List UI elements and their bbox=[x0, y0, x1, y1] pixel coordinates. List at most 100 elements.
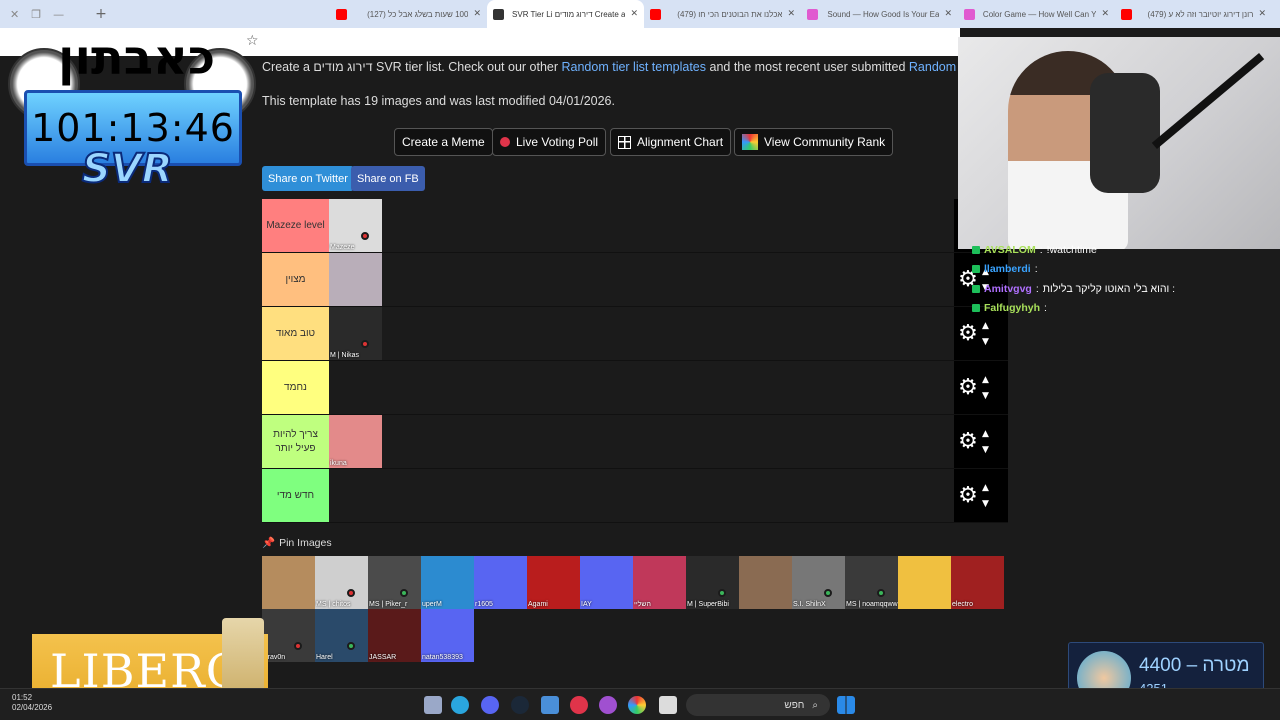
tier-label[interactable]: טוב מאוד bbox=[262, 307, 329, 360]
file-explorer-icon[interactable] bbox=[659, 696, 677, 714]
tier-image[interactable]: ikuna bbox=[329, 415, 382, 468]
chevron-down-icon[interactable]: ▼ bbox=[982, 445, 989, 455]
minimize-window-icon[interactable]: — bbox=[53, 8, 64, 21]
browser-tab[interactable]: ✕ Create a דירוג מודים SVR Tier Li bbox=[487, 0, 644, 28]
tier-items bbox=[329, 253, 1008, 306]
tier-image[interactable]: MS | Piker_r bbox=[368, 556, 421, 609]
tier-move-arrows: ▲▼ bbox=[982, 483, 989, 509]
tier-image[interactable]: r1605 bbox=[474, 556, 527, 609]
telegram-icon[interactable] bbox=[451, 696, 469, 714]
chevron-up-icon[interactable]: ▲ bbox=[982, 375, 989, 385]
moderator-badge-icon bbox=[972, 265, 980, 274]
tab-close-icon[interactable]: ✕ bbox=[473, 9, 481, 19]
tier-image[interactable]: uperM bbox=[421, 556, 474, 609]
alignment-chart-button[interactable]: Alignment Chart bbox=[610, 128, 732, 156]
image-caption: uperM bbox=[422, 601, 442, 608]
gear-icon[interactable]: ⚙ bbox=[954, 321, 982, 346]
notepad-icon[interactable] bbox=[541, 696, 559, 714]
media-app-icon[interactable] bbox=[570, 696, 588, 714]
close-window-icon[interactable]: ✕ bbox=[10, 8, 19, 21]
community-label: View Community Rank bbox=[764, 135, 886, 149]
chevron-up-icon[interactable]: ▲ bbox=[982, 321, 989, 331]
tab-close-icon[interactable]: ✕ bbox=[787, 9, 795, 19]
tier-controls: ⚙▲▼ bbox=[954, 469, 1008, 522]
browser-tab[interactable]: ✕ Sound — How Good Is Your Ea bbox=[801, 0, 958, 28]
status-dot bbox=[347, 642, 355, 650]
new-tab-button[interactable]: + bbox=[90, 6, 112, 22]
browser-tab[interactable]: ✕ רונן דירוג יוטיובר וזה לא ע (479) bbox=[1115, 0, 1272, 28]
taskbar-clock[interactable]: 01:52 02/04/2026 bbox=[12, 693, 52, 714]
browser-tab[interactable]: ✕ Color Game — How Well Can Y bbox=[958, 0, 1115, 28]
tier-image[interactable]: S.I. ShilnX bbox=[792, 556, 845, 609]
chrome-icon[interactable] bbox=[628, 696, 646, 714]
tab-favicon-icon bbox=[493, 8, 504, 20]
tier-image[interactable]: השליי bbox=[633, 556, 686, 609]
stream-app-icon[interactable] bbox=[599, 696, 617, 714]
status-dot bbox=[361, 232, 369, 240]
tier-image[interactable]: Agami bbox=[527, 556, 580, 609]
live-voting-poll-button[interactable]: Live Voting Poll bbox=[492, 128, 607, 156]
chevron-up-icon[interactable]: ▲ bbox=[982, 429, 989, 439]
share-twitter-button[interactable]: Share on Twitter bbox=[262, 166, 354, 191]
share-fb-button[interactable]: Share on FB bbox=[351, 166, 425, 191]
browser-tab[interactable]: ✕ 100 שעות בשלג אבל כל (127) bbox=[330, 0, 487, 28]
tier-label[interactable]: נחמד bbox=[262, 361, 329, 414]
steam-icon[interactable] bbox=[511, 696, 529, 714]
tier-image[interactable]: natan538393 bbox=[421, 609, 474, 662]
tier-row: מצוין ⚙ ▲ ▼ bbox=[262, 253, 1008, 307]
taskbar-date: 02/04/2026 bbox=[12, 703, 53, 713]
tier-label[interactable]: צריך להיות פעיל יותר bbox=[262, 415, 329, 468]
tier-image[interactable]: MS | chitos bbox=[315, 556, 368, 609]
tier-image[interactable] bbox=[329, 253, 382, 306]
tier-image[interactable]: Mazeze bbox=[329, 199, 382, 252]
tab-title: Color Game — How Well Can Y bbox=[982, 9, 1097, 19]
tab-close-icon[interactable]: ✕ bbox=[630, 9, 638, 19]
tier-image[interactable]: MS | noamqqww bbox=[845, 556, 898, 609]
pin-images-pool: MS | chitos MS | Piker_r uperM r1605 Agami IA… bbox=[262, 556, 1008, 662]
moderator-badge-icon bbox=[972, 284, 980, 293]
windows-start-icon[interactable] bbox=[837, 696, 855, 714]
bookmark-star-icon[interactable]: ☆ bbox=[246, 33, 259, 49]
tier-image[interactable]: electro bbox=[951, 556, 1004, 609]
goal-separator: – bbox=[1186, 655, 1203, 676]
alignment-label: Alignment Chart bbox=[637, 135, 724, 149]
calculator-icon[interactable] bbox=[424, 696, 442, 714]
tier-image[interactable]: IAY bbox=[580, 556, 633, 609]
tab-close-icon[interactable]: ✕ bbox=[944, 9, 952, 19]
webcam-feed bbox=[958, 37, 1280, 249]
tier-label[interactable]: חדש מדי bbox=[262, 469, 329, 522]
gear-icon[interactable]: ⚙ bbox=[954, 375, 982, 400]
tier-image[interactable]: M | SuperBibi bbox=[686, 556, 739, 609]
tier-image[interactable]: M | Nikas bbox=[329, 307, 382, 360]
chevron-down-icon[interactable]: ▼ bbox=[982, 499, 989, 509]
gear-icon[interactable]: ⚙ bbox=[954, 483, 982, 508]
image-caption: M | SuperBibi bbox=[687, 601, 729, 608]
tier-image[interactable]: JASSAR bbox=[368, 609, 421, 662]
browser-tab[interactable]: ✕ אכלנו את הבוטנים הכי חו (479) bbox=[644, 0, 801, 28]
tier-image[interactable]: Krav0n bbox=[262, 609, 315, 662]
tab-favicon-icon bbox=[1121, 8, 1132, 20]
status-dot bbox=[718, 589, 726, 597]
chat-username: AVSALOM bbox=[984, 243, 1036, 256]
random-templates-link[interactable]: Random tier list templates bbox=[562, 60, 707, 74]
gear-icon[interactable]: ⚙ bbox=[954, 429, 982, 454]
tier-image[interactable] bbox=[898, 556, 951, 609]
tier-label[interactable]: Mazeze level bbox=[262, 199, 329, 252]
chat-message: AVSALOM : !watchtime bbox=[972, 240, 1272, 260]
tier-image[interactable] bbox=[739, 556, 792, 609]
taskbar-search[interactable]: חפש ⌕ bbox=[686, 694, 830, 716]
chevron-down-icon[interactable]: ▼ bbox=[982, 391, 989, 401]
tab-close-icon[interactable]: ✕ bbox=[1258, 9, 1266, 19]
chevron-up-icon[interactable]: ▲ bbox=[982, 483, 989, 493]
view-community-rank-button[interactable]: View Community Rank bbox=[734, 128, 894, 156]
discord-icon[interactable] bbox=[481, 696, 499, 714]
tab-close-icon[interactable]: ✕ bbox=[1101, 9, 1109, 19]
create-meme-button[interactable]: Create a Meme bbox=[394, 128, 493, 156]
intro-middle: and the most recent user submitted bbox=[706, 60, 909, 74]
tier-label[interactable]: מצוין bbox=[262, 253, 329, 306]
restore-window-icon[interactable]: ❐ bbox=[31, 8, 41, 21]
tier-image[interactable] bbox=[262, 556, 315, 609]
tier-image[interactable]: Harel bbox=[315, 609, 368, 662]
chevron-down-icon[interactable]: ▼ bbox=[982, 337, 989, 347]
image-caption: electro bbox=[952, 601, 974, 608]
